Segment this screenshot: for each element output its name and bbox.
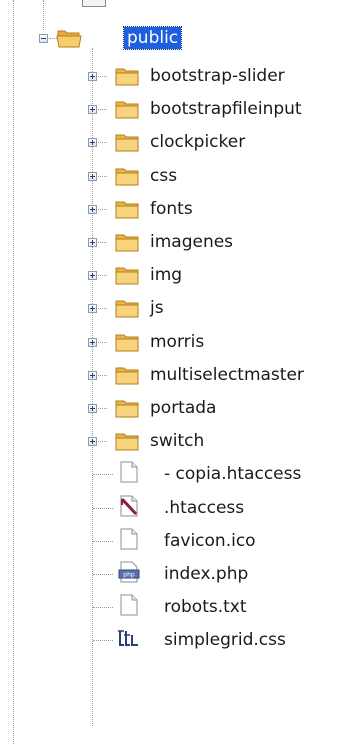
expand-toggle[interactable] — [88, 370, 97, 380]
tree-row-portada[interactable]: portada — [0, 392, 352, 424]
tree-label-folder[interactable]: fonts — [150, 198, 193, 220]
folder-icon — [115, 400, 139, 418]
folder-open-icon — [56, 30, 82, 48]
expand-toggle[interactable] — [88, 404, 97, 413]
tree-label-folder[interactable]: css — [150, 165, 177, 187]
row-connector — [93, 474, 113, 476]
row-connector — [93, 607, 113, 609]
expand-toggle[interactable] — [88, 171, 97, 181]
tree-label-file[interactable]: index.php — [164, 563, 248, 585]
folder-icon — [115, 267, 139, 285]
folder-icon — [115, 168, 139, 186]
tree-label-folder[interactable]: imagenes — [150, 231, 233, 253]
tree-row-simplegrid.css[interactable]: simplegrid.css — [0, 624, 352, 656]
expand-toggle[interactable] — [88, 304, 97, 314]
folder-icon — [115, 134, 139, 152]
tree-label-file[interactable]: robots.txt — [164, 596, 247, 618]
tree-row-img[interactable]: img — [0, 259, 352, 291]
tree-row-index.php[interactable]: php index.php — [0, 558, 352, 590]
tree-label-public[interactable]: public — [122, 26, 183, 50]
folder-icon — [115, 101, 139, 119]
tree-label-file[interactable]: favicon.ico — [164, 530, 256, 552]
tree-row-favicon.ico[interactable]: favicon.ico — [0, 525, 352, 557]
tree-label-file[interactable]: .htaccess — [164, 497, 244, 519]
tree-row-switch[interactable]: switch — [0, 425, 352, 457]
tree-label-file[interactable]: - copia.htaccess — [164, 463, 301, 485]
expand-toggle[interactable] — [88, 271, 97, 281]
tree-label-folder[interactable]: multiselectmaster — [150, 364, 304, 386]
tree-row-robots.txt[interactable]: robots.txt — [0, 591, 352, 623]
row-connector — [93, 574, 113, 575]
folder-icon — [115, 68, 139, 86]
tree-label-folder[interactable]: bootstrap-slider — [150, 65, 285, 87]
folder-icon — [115, 433, 139, 451]
expand-toggle[interactable] — [88, 437, 97, 447]
svg-text:php: php — [123, 572, 135, 579]
tree-label-folder[interactable]: switch — [150, 430, 204, 452]
expand-toggle[interactable] — [88, 337, 97, 347]
expand-toggle[interactable] — [88, 138, 97, 148]
file-tree: public bootstrap-slider bootstrapfileinp… — [0, 0, 352, 744]
row-connector — [93, 507, 113, 509]
folder-icon — [115, 334, 139, 352]
folder-icon — [115, 201, 139, 219]
clipped-item-above — [82, 0, 106, 7]
tree-row-morris[interactable]: morris — [0, 326, 352, 358]
expand-toggle[interactable] — [88, 72, 97, 81]
tree-label-folder[interactable]: bootstrapfileinput — [150, 98, 302, 120]
tree-row-- copia.htaccess[interactable]: - copia.htaccess — [0, 458, 352, 490]
tree-row-.htaccess[interactable]: .htaccess — [0, 492, 352, 524]
row-connector — [93, 540, 113, 542]
tree-row-css[interactable]: css — [0, 160, 352, 192]
tree-row-fonts[interactable]: fonts — [0, 193, 352, 225]
htaccess-file-icon — [120, 495, 138, 517]
blank-file-icon — [120, 594, 138, 616]
tree-row-clockpicker[interactable]: clockpicker — [0, 126, 352, 158]
expand-toggle[interactable] — [88, 105, 97, 115]
tree-row-js[interactable]: js — [0, 292, 352, 324]
tree-row-multiselectmaster[interactable]: multiselectmaster — [0, 359, 352, 391]
tree-label-folder[interactable]: js — [150, 297, 164, 319]
collapse-toggle-public[interactable] — [39, 34, 48, 43]
folder-icon — [115, 367, 139, 385]
row-connector — [93, 640, 113, 642]
tree-label-folder[interactable]: img — [150, 264, 182, 286]
tree-row-bootstrap-slider[interactable]: bootstrap-slider — [0, 60, 352, 92]
folder-icon — [115, 300, 139, 318]
tree-label-folder[interactable]: morris — [150, 331, 204, 353]
tree-row-public[interactable]: public — [0, 22, 352, 54]
expand-toggle[interactable] — [88, 238, 97, 247]
tree-label-folder[interactable]: portada — [150, 397, 216, 419]
tree-row-bootstrapfileinput[interactable]: bootstrapfileinput — [0, 93, 352, 125]
expand-toggle[interactable] — [88, 204, 97, 214]
tree-label-folder[interactable]: clockpicker — [150, 131, 245, 153]
tree-row-imagenes[interactable]: imagenes — [0, 226, 352, 258]
blank-file-icon — [120, 461, 138, 483]
blank-file-icon — [120, 528, 138, 550]
folder-icon — [115, 234, 139, 252]
php-file-icon: php — [118, 561, 140, 583]
tree-label-file[interactable]: simplegrid.css — [164, 629, 286, 651]
css-file-icon — [118, 630, 138, 647]
